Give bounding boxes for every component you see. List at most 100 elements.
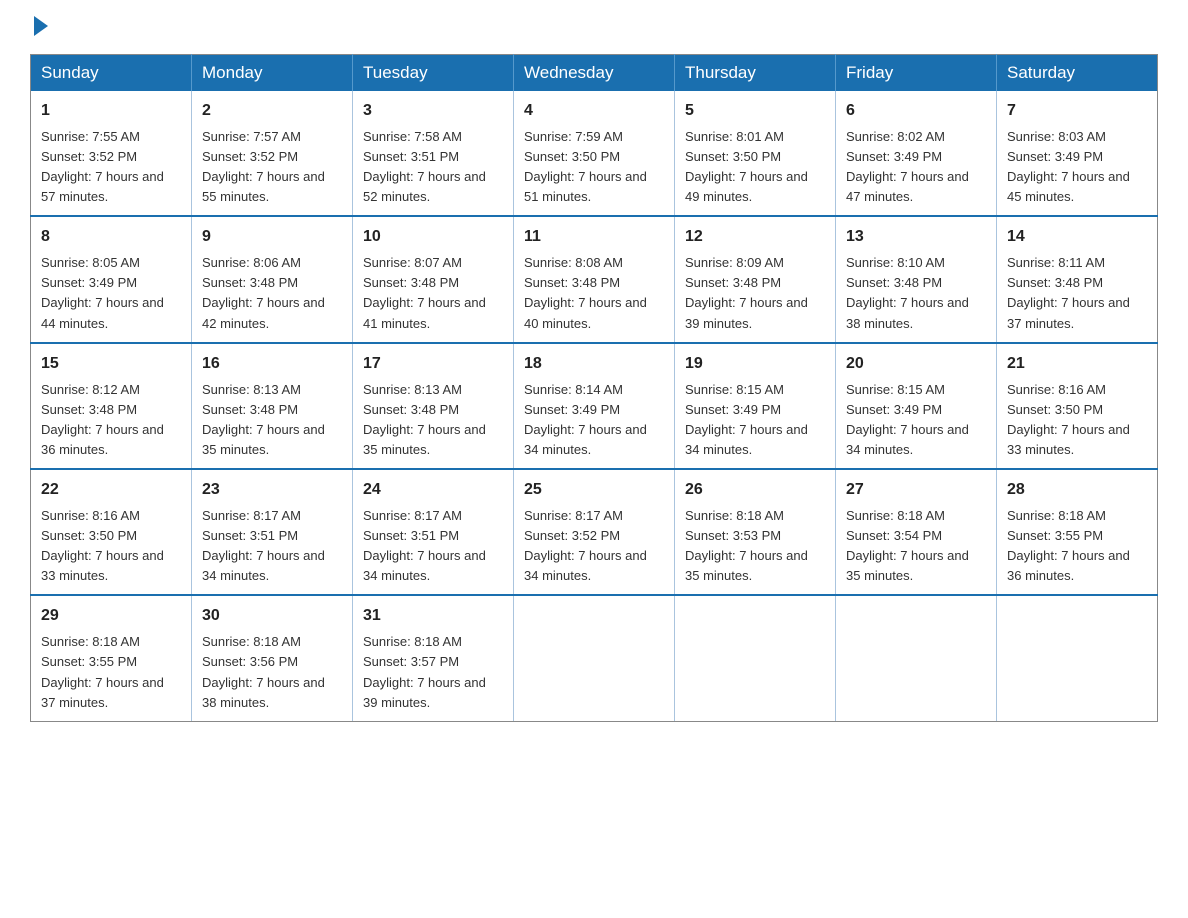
- day-info: Sunrise: 8:03 AMSunset: 3:49 PMDaylight:…: [1007, 129, 1130, 204]
- calendar-cell: 19 Sunrise: 8:15 AMSunset: 3:49 PMDayligh…: [675, 343, 836, 469]
- calendar-cell: 31 Sunrise: 8:18 AMSunset: 3:57 PMDayligh…: [353, 595, 514, 721]
- weekday-header-friday: Friday: [836, 55, 997, 92]
- calendar-cell: 24 Sunrise: 8:17 AMSunset: 3:51 PMDayligh…: [353, 469, 514, 595]
- calendar-week-row: 29 Sunrise: 8:18 AMSunset: 3:55 PMDayligh…: [31, 595, 1158, 721]
- day-info: Sunrise: 8:15 AMSunset: 3:49 PMDaylight:…: [846, 382, 969, 457]
- calendar-cell: 7 Sunrise: 8:03 AMSunset: 3:49 PMDaylight…: [997, 91, 1158, 216]
- day-number: 20: [846, 352, 986, 377]
- calendar-cell: [514, 595, 675, 721]
- day-number: 28: [1007, 478, 1147, 503]
- day-number: 26: [685, 478, 825, 503]
- day-number: 10: [363, 225, 503, 250]
- day-info: Sunrise: 8:09 AMSunset: 3:48 PMDaylight:…: [685, 255, 808, 330]
- calendar-week-row: 1 Sunrise: 7:55 AMSunset: 3:52 PMDaylight…: [31, 91, 1158, 216]
- day-info: Sunrise: 7:59 AMSunset: 3:50 PMDaylight:…: [524, 129, 647, 204]
- calendar-cell: [997, 595, 1158, 721]
- calendar-cell: 4 Sunrise: 7:59 AMSunset: 3:50 PMDaylight…: [514, 91, 675, 216]
- day-number: 5: [685, 99, 825, 124]
- calendar-cell: 29 Sunrise: 8:18 AMSunset: 3:55 PMDayligh…: [31, 595, 192, 721]
- day-info: Sunrise: 8:13 AMSunset: 3:48 PMDaylight:…: [363, 382, 486, 457]
- day-number: 11: [524, 225, 664, 250]
- day-number: 14: [1007, 225, 1147, 250]
- calendar-cell: 1 Sunrise: 7:55 AMSunset: 3:52 PMDaylight…: [31, 91, 192, 216]
- calendar-cell: 16 Sunrise: 8:13 AMSunset: 3:48 PMDayligh…: [192, 343, 353, 469]
- calendar-cell: [675, 595, 836, 721]
- calendar-cell: 28 Sunrise: 8:18 AMSunset: 3:55 PMDayligh…: [997, 469, 1158, 595]
- calendar-cell: 27Sunrise: 8:18 AMSunset: 3:54 PMDayligh…: [836, 469, 997, 595]
- calendar-header-row: SundayMondayTuesdayWednesdayThursdayFrid…: [31, 55, 1158, 92]
- weekday-header-wednesday: Wednesday: [514, 55, 675, 92]
- calendar-cell: 30 Sunrise: 8:18 AMSunset: 3:56 PMDayligh…: [192, 595, 353, 721]
- weekday-header-monday: Monday: [192, 55, 353, 92]
- calendar-cell: 8Sunrise: 8:05 AMSunset: 3:49 PMDaylight…: [31, 216, 192, 342]
- day-number: 1: [41, 99, 181, 124]
- day-number: 16: [202, 352, 342, 377]
- calendar-week-row: 22 Sunrise: 8:16 AMSunset: 3:50 PMDayligh…: [31, 469, 1158, 595]
- day-number: 15: [41, 352, 181, 377]
- calendar-cell: 15 Sunrise: 8:12 AMSunset: 3:48 PMDayligh…: [31, 343, 192, 469]
- day-number: 13: [846, 225, 986, 250]
- day-number: 27: [846, 478, 986, 503]
- calendar-cell: 10 Sunrise: 8:07 AMSunset: 3:48 PMDayligh…: [353, 216, 514, 342]
- day-info: Sunrise: 8:05 AMSunset: 3:49 PMDaylight:…: [41, 255, 164, 330]
- day-info: Sunrise: 7:57 AMSunset: 3:52 PMDaylight:…: [202, 129, 325, 204]
- day-info: Sunrise: 8:18 AMSunset: 3:55 PMDaylight:…: [1007, 508, 1130, 583]
- day-info: Sunrise: 8:15 AMSunset: 3:49 PMDaylight:…: [685, 382, 808, 457]
- day-info: Sunrise: 8:13 AMSunset: 3:48 PMDaylight:…: [202, 382, 325, 457]
- calendar-cell: 18 Sunrise: 8:14 AMSunset: 3:49 PMDayligh…: [514, 343, 675, 469]
- logo: [30, 20, 48, 36]
- weekday-header-tuesday: Tuesday: [353, 55, 514, 92]
- day-info: Sunrise: 8:14 AMSunset: 3:49 PMDaylight:…: [524, 382, 647, 457]
- day-info: Sunrise: 8:17 AMSunset: 3:51 PMDaylight:…: [363, 508, 486, 583]
- calendar-week-row: 8Sunrise: 8:05 AMSunset: 3:49 PMDaylight…: [31, 216, 1158, 342]
- day-info: Sunrise: 8:16 AMSunset: 3:50 PMDaylight:…: [1007, 382, 1130, 457]
- day-info: Sunrise: 8:01 AMSunset: 3:50 PMDaylight:…: [685, 129, 808, 204]
- day-info: Sunrise: 8:16 AMSunset: 3:50 PMDaylight:…: [41, 508, 164, 583]
- day-number: 24: [363, 478, 503, 503]
- day-info: Sunrise: 8:18 AMSunset: 3:56 PMDaylight:…: [202, 634, 325, 709]
- logo-triangle-icon: [34, 16, 48, 36]
- day-number: 30: [202, 604, 342, 629]
- day-number: 18: [524, 352, 664, 377]
- day-number: 22: [41, 478, 181, 503]
- day-info: Sunrise: 8:17 AMSunset: 3:52 PMDaylight:…: [524, 508, 647, 583]
- calendar-cell: 14 Sunrise: 8:11 AMSunset: 3:48 PMDayligh…: [997, 216, 1158, 342]
- calendar-cell: 23 Sunrise: 8:17 AMSunset: 3:51 PMDayligh…: [192, 469, 353, 595]
- day-number: 25: [524, 478, 664, 503]
- calendar-cell: 3 Sunrise: 7:58 AMSunset: 3:51 PMDaylight…: [353, 91, 514, 216]
- calendar-cell: [836, 595, 997, 721]
- day-info: Sunrise: 7:55 AMSunset: 3:52 PMDaylight:…: [41, 129, 164, 204]
- day-info: Sunrise: 8:07 AMSunset: 3:48 PMDaylight:…: [363, 255, 486, 330]
- calendar-cell: 13Sunrise: 8:10 AMSunset: 3:48 PMDayligh…: [836, 216, 997, 342]
- page-header: [30, 20, 1158, 36]
- calendar-week-row: 15 Sunrise: 8:12 AMSunset: 3:48 PMDayligh…: [31, 343, 1158, 469]
- day-number: 23: [202, 478, 342, 503]
- day-number: 4: [524, 99, 664, 124]
- day-info: Sunrise: 8:08 AMSunset: 3:48 PMDaylight:…: [524, 255, 647, 330]
- day-info: Sunrise: 8:06 AMSunset: 3:48 PMDaylight:…: [202, 255, 325, 330]
- day-info: Sunrise: 8:18 AMSunset: 3:57 PMDaylight:…: [363, 634, 486, 709]
- day-info: Sunrise: 8:17 AMSunset: 3:51 PMDaylight:…: [202, 508, 325, 583]
- day-info: Sunrise: 7:58 AMSunset: 3:51 PMDaylight:…: [363, 129, 486, 204]
- day-number: 3: [363, 99, 503, 124]
- calendar-cell: 25 Sunrise: 8:17 AMSunset: 3:52 PMDayligh…: [514, 469, 675, 595]
- calendar-cell: 2Sunrise: 7:57 AMSunset: 3:52 PMDaylight…: [192, 91, 353, 216]
- day-number: 9: [202, 225, 342, 250]
- calendar-cell: 17 Sunrise: 8:13 AMSunset: 3:48 PMDayligh…: [353, 343, 514, 469]
- day-info: Sunrise: 8:18 AMSunset: 3:55 PMDaylight:…: [41, 634, 164, 709]
- calendar-cell: 26Sunrise: 8:18 AMSunset: 3:53 PMDayligh…: [675, 469, 836, 595]
- day-number: 19: [685, 352, 825, 377]
- day-number: 29: [41, 604, 181, 629]
- calendar-cell: 9 Sunrise: 8:06 AMSunset: 3:48 PMDaylight…: [192, 216, 353, 342]
- day-info: Sunrise: 8:02 AMSunset: 3:49 PMDaylight:…: [846, 129, 969, 204]
- day-number: 17: [363, 352, 503, 377]
- calendar-table: SundayMondayTuesdayWednesdayThursdayFrid…: [30, 54, 1158, 722]
- calendar-cell: 11 Sunrise: 8:08 AMSunset: 3:48 PMDayligh…: [514, 216, 675, 342]
- day-number: 7: [1007, 99, 1147, 124]
- calendar-cell: 22 Sunrise: 8:16 AMSunset: 3:50 PMDayligh…: [31, 469, 192, 595]
- weekday-header-saturday: Saturday: [997, 55, 1158, 92]
- day-number: 31: [363, 604, 503, 629]
- day-number: 6: [846, 99, 986, 124]
- day-info: Sunrise: 8:12 AMSunset: 3:48 PMDaylight:…: [41, 382, 164, 457]
- day-info: Sunrise: 8:11 AMSunset: 3:48 PMDaylight:…: [1007, 255, 1130, 330]
